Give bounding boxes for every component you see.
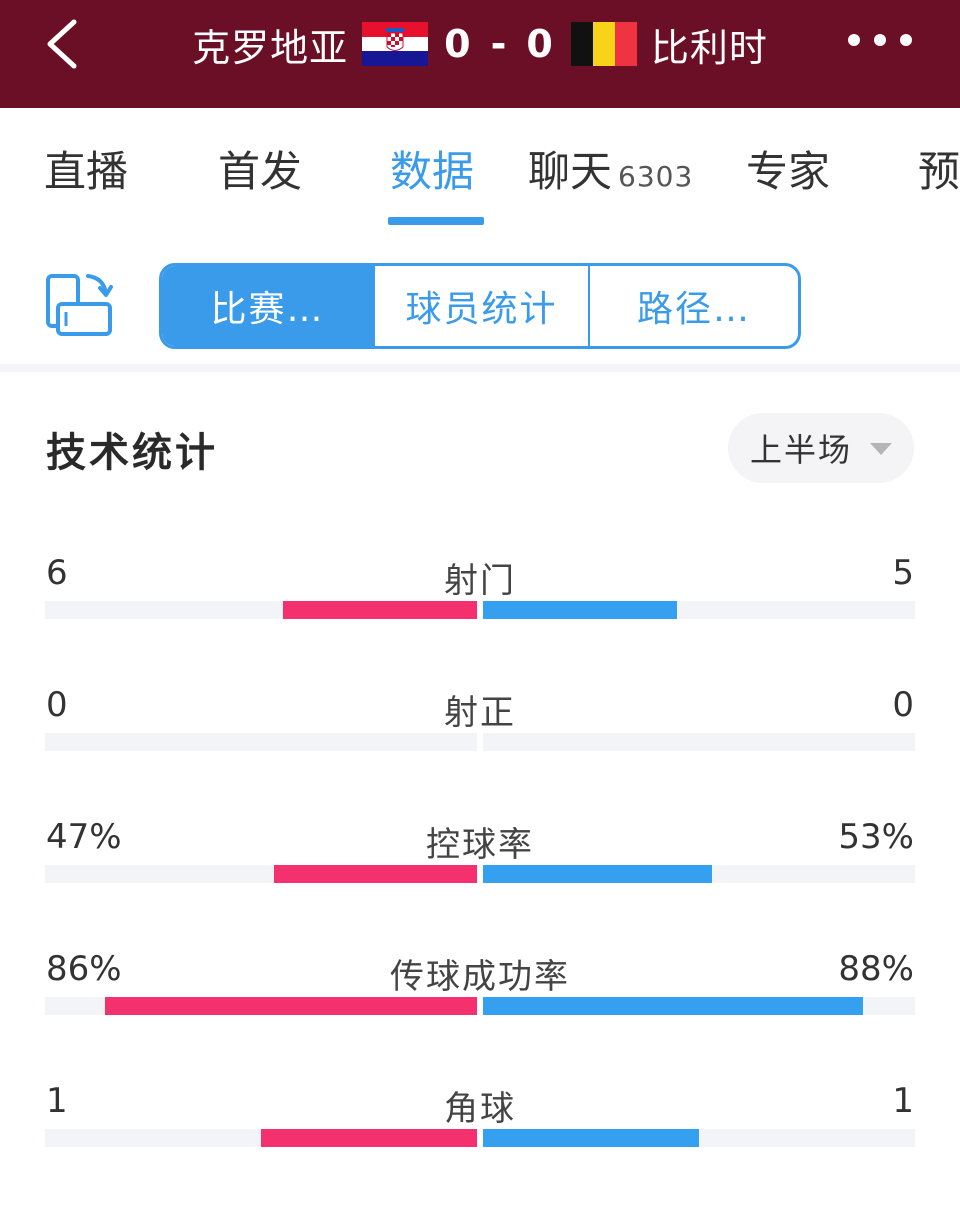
chat-count-badge: 6303 xyxy=(618,160,694,193)
score-separator: - xyxy=(490,22,509,66)
home-bar-track xyxy=(45,733,477,751)
tab-label: 首发 xyxy=(218,147,303,196)
dot xyxy=(848,34,860,46)
away-value: 5 xyxy=(892,553,914,593)
away-value: 0 xyxy=(892,685,914,725)
home-bar xyxy=(273,865,477,883)
away-bar xyxy=(483,601,678,619)
tab-experts[interactable]: 专家 xyxy=(746,138,830,222)
home-bar-track xyxy=(45,1129,477,1147)
home-bar-track xyxy=(45,997,477,1015)
segment-path[interactable]: 路径… xyxy=(588,266,798,346)
belgium-flag-icon xyxy=(570,22,637,66)
dot xyxy=(900,34,912,46)
tab-label: 数据 xyxy=(390,147,475,196)
stat-row-shots-on-target: 0 射正 0 xyxy=(0,685,960,795)
match-header: 克罗地亚 0 - 0 比利时 xyxy=(0,0,960,108)
tab-bar: 直播 首发 数据 聊天 6303 专家 预 xyxy=(0,108,960,228)
away-value: 53% xyxy=(838,817,914,857)
away-score: 0 xyxy=(526,22,555,66)
tab-label: 预 xyxy=(918,147,960,196)
dot xyxy=(874,34,886,46)
tab-chat[interactable]: 聊天 6303 xyxy=(528,138,693,222)
home-score: 0 xyxy=(444,22,473,66)
more-dots-icon[interactable] xyxy=(848,34,914,54)
stat-label: 射门 xyxy=(444,561,516,601)
view-segmented-control: 比赛… 球员统计 路径… xyxy=(159,263,801,349)
tab-data[interactable]: 数据 xyxy=(390,138,474,222)
away-value: 88% xyxy=(838,949,914,989)
tab-live[interactable]: 直播 xyxy=(44,138,128,222)
tab-prediction[interactable]: 预 xyxy=(918,138,960,222)
away-value: 1 xyxy=(892,1081,914,1121)
away-bar xyxy=(483,997,864,1015)
home-bar-track xyxy=(45,601,477,619)
rotate-screen-icon[interactable] xyxy=(44,270,114,340)
segment-player-stats[interactable]: 球员统计 xyxy=(373,266,588,346)
stat-label: 传球成功率 xyxy=(390,957,570,997)
stat-label: 控球率 xyxy=(426,825,534,865)
home-team-name: 克罗地亚 xyxy=(192,25,349,70)
stat-row-possession: 47% 控球率 53% xyxy=(0,817,960,927)
stat-label: 角球 xyxy=(444,1089,516,1129)
tab-lineup[interactable]: 首发 xyxy=(218,138,302,222)
away-bar-track xyxy=(483,733,915,751)
croatia-flag-icon xyxy=(362,22,429,66)
home-bar-track xyxy=(45,865,477,883)
stat-label: 射正 xyxy=(444,693,516,733)
away-bar-track xyxy=(483,865,915,883)
away-bar-track xyxy=(483,997,915,1015)
tab-label: 聊天 xyxy=(528,147,613,196)
stat-row-pass-accuracy: 86% 传球成功率 88% xyxy=(0,949,960,1059)
tab-label: 直播 xyxy=(44,147,129,196)
section-title: 技术统计 xyxy=(46,430,218,476)
tab-label: 专家 xyxy=(746,147,831,196)
section-divider xyxy=(0,364,960,372)
stat-row-shots: 6 射门 5 xyxy=(0,553,960,663)
home-bar xyxy=(105,997,477,1015)
caret-down-icon xyxy=(870,443,892,455)
period-label: 上半场 xyxy=(750,431,853,469)
away-bar xyxy=(483,1129,699,1147)
away-bar xyxy=(483,865,712,883)
period-dropdown[interactable]: 上半场 xyxy=(728,413,914,483)
active-tab-indicator xyxy=(388,217,484,225)
home-bar xyxy=(282,601,477,619)
stat-row-corners: 1 角球 1 xyxy=(0,1081,960,1191)
home-bar xyxy=(261,1129,477,1147)
away-bar-track xyxy=(483,1129,915,1147)
away-team-name: 比利时 xyxy=(650,25,768,70)
match-scoreline: 克罗地亚 0 - 0 比利时 xyxy=(0,16,960,72)
segment-match[interactable]: 比赛… xyxy=(162,266,373,346)
away-bar-track xyxy=(483,601,915,619)
